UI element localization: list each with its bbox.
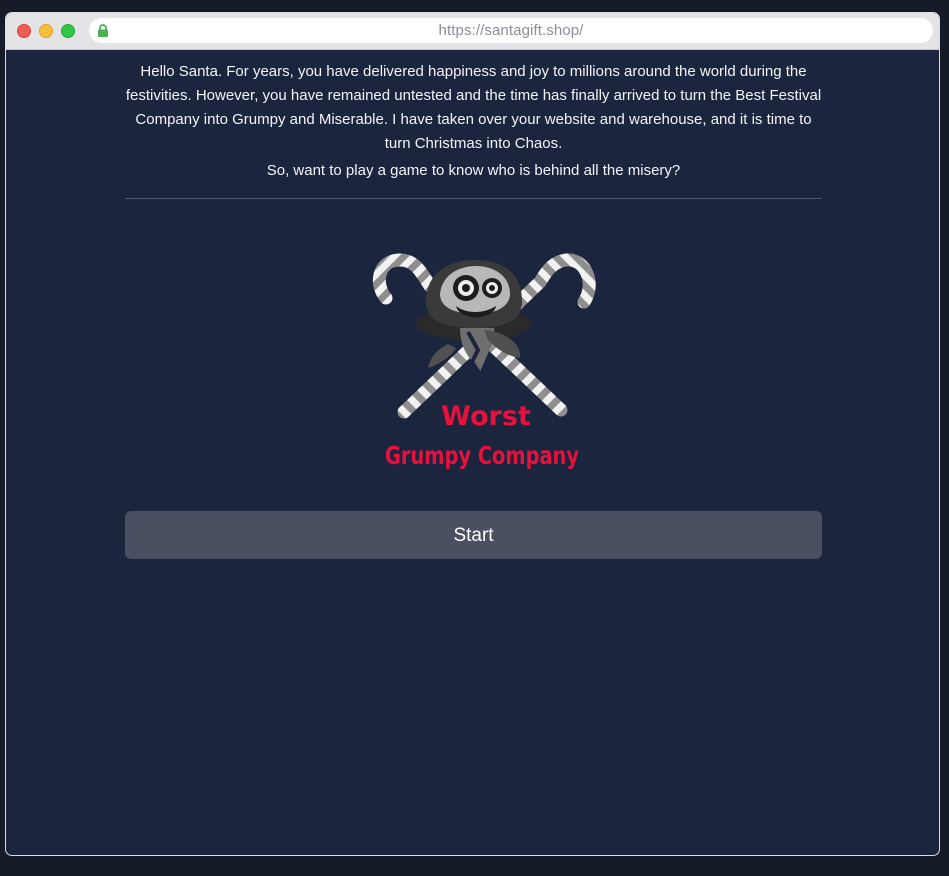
url-text[interactable]: https://santagift.shop/ bbox=[89, 18, 933, 43]
logo-line-2: Grumpy Company bbox=[385, 441, 579, 470]
close-window-icon[interactable] bbox=[17, 24, 31, 38]
logo-line-1: Worst bbox=[441, 401, 531, 432]
start-button[interactable]: Start bbox=[125, 511, 822, 559]
browser-window: https://santagift.shop/ Hello Santa. For… bbox=[5, 12, 940, 856]
maximize-window-icon[interactable] bbox=[61, 24, 75, 38]
divider bbox=[125, 198, 822, 199]
minimize-window-icon[interactable] bbox=[39, 24, 53, 38]
page-content: Hello Santa. For years, you have deliver… bbox=[6, 50, 939, 855]
question-text: So, want to play a game to know who is b… bbox=[266, 162, 681, 179]
address-bar[interactable]: https://santagift.shop/ bbox=[89, 18, 933, 43]
intro-text: Hello Santa. For years, you have deliver… bbox=[125, 63, 822, 152]
worst-grumpy-company-logo: Worst Grumpy Company bbox=[372, 253, 596, 470]
browser-titlebar: https://santagift.shop/ bbox=[6, 13, 939, 50]
